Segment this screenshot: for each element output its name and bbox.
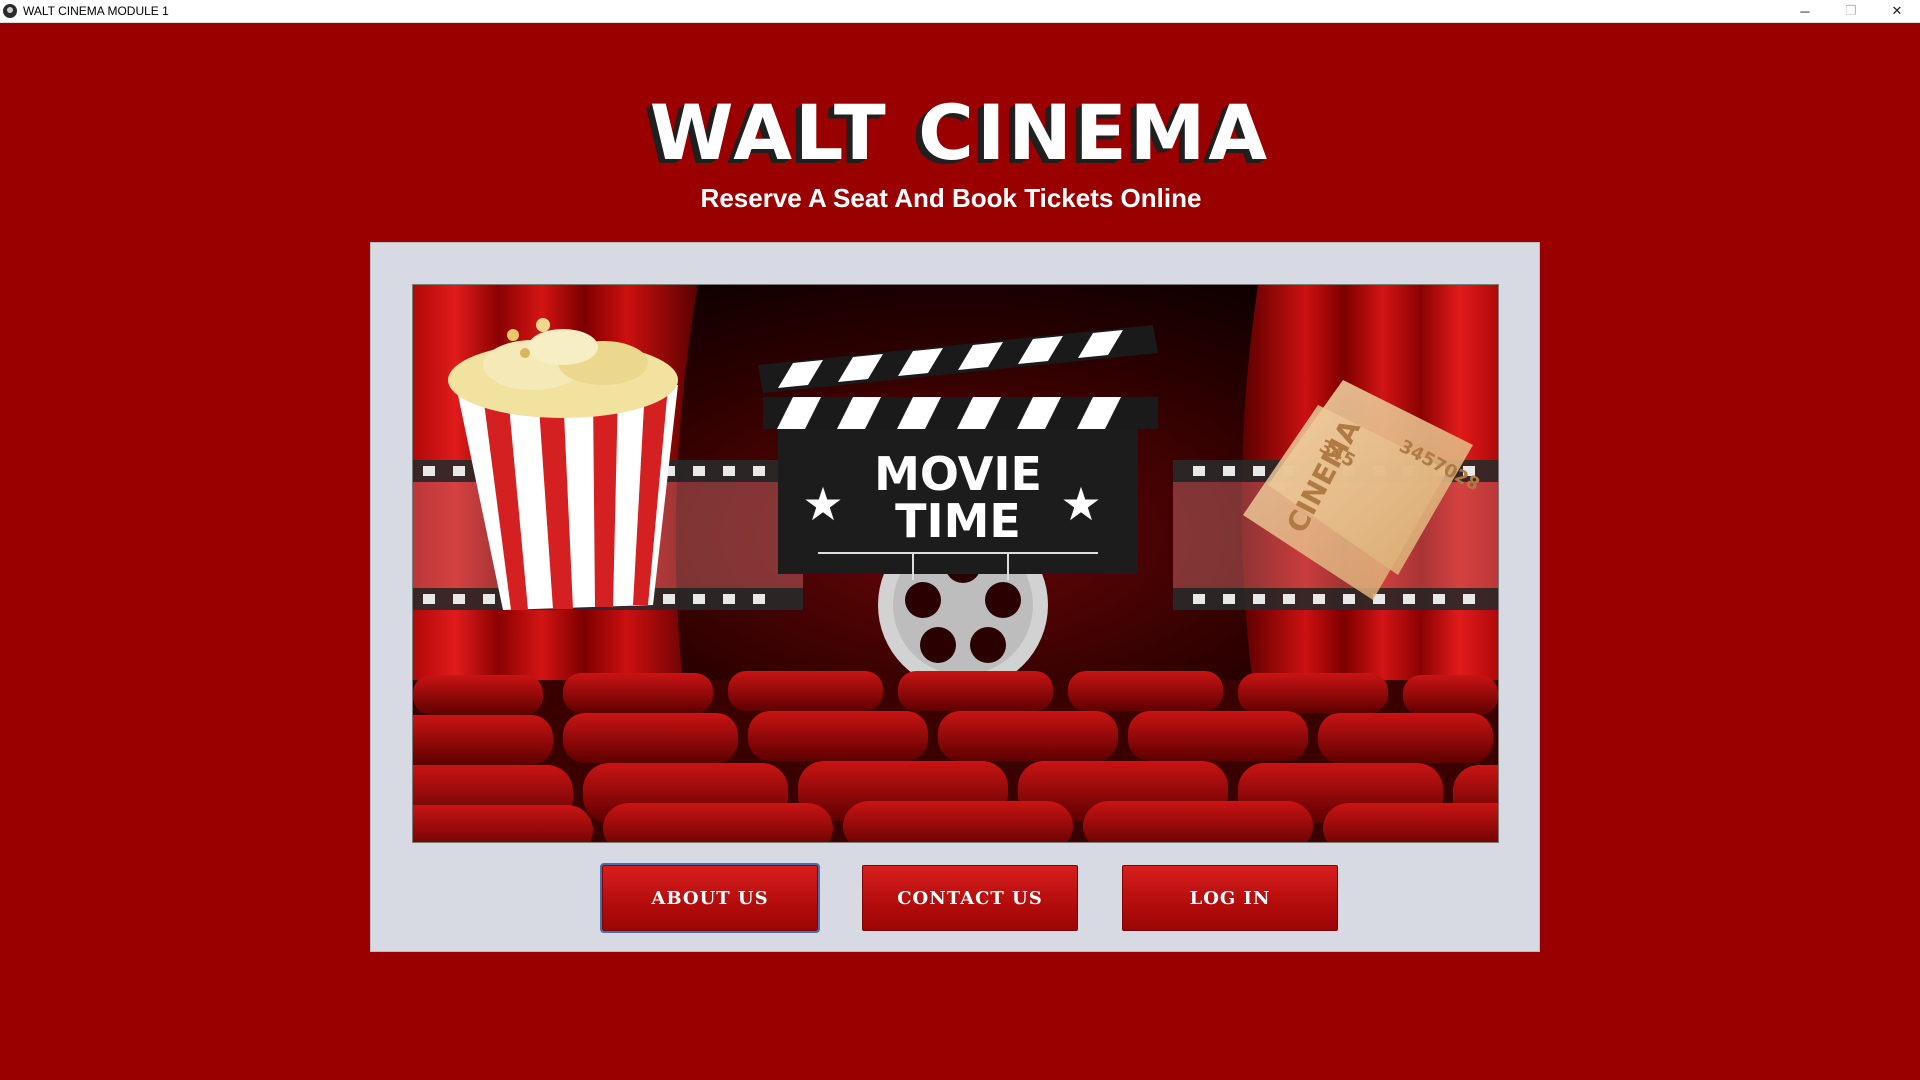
window-titlebar: WALT CINEMA MODULE 1 ─ ❐ ✕ xyxy=(0,0,1920,23)
movie-time-illustration: MOVIE TIME ★ ★ 345 3457028 CINEMA xyxy=(413,285,1498,842)
app-subtitle: Reserve A Seat And Book Tickets Online xyxy=(700,183,1202,213)
app-icon xyxy=(3,4,17,18)
main-panel: MOVIE TIME ★ ★ 345 3457028 CINEMA ABOUT … xyxy=(370,242,1540,952)
title-wrap: WALT CINEMA xyxy=(0,88,1920,177)
app-title: WALT CINEMA xyxy=(649,88,1271,177)
window-controls: ─ ❐ ✕ xyxy=(1782,0,1920,22)
contact-us-button[interactable]: CONTACT US xyxy=(862,865,1078,931)
star-icon-right: ★ xyxy=(1060,478,1101,530)
button-row: ABOUT US CONTACT US LOG IN xyxy=(371,863,1539,933)
clapper-text-movie: MOVIE xyxy=(874,447,1042,501)
hero-image: MOVIE TIME ★ ★ 345 3457028 CINEMA xyxy=(412,284,1499,843)
clapper-text-time: TIME xyxy=(895,494,1021,548)
minimize-button[interactable]: ─ xyxy=(1782,0,1828,22)
window-title: WALT CINEMA MODULE 1 xyxy=(23,4,169,18)
close-button[interactable]: ✕ xyxy=(1874,0,1920,22)
seat-rows xyxy=(413,671,1498,842)
star-icon-left: ★ xyxy=(802,478,843,530)
log-in-button[interactable]: LOG IN xyxy=(1122,865,1338,931)
restore-button[interactable]: ❐ xyxy=(1828,0,1874,22)
about-us-button[interactable]: ABOUT US xyxy=(600,863,820,933)
